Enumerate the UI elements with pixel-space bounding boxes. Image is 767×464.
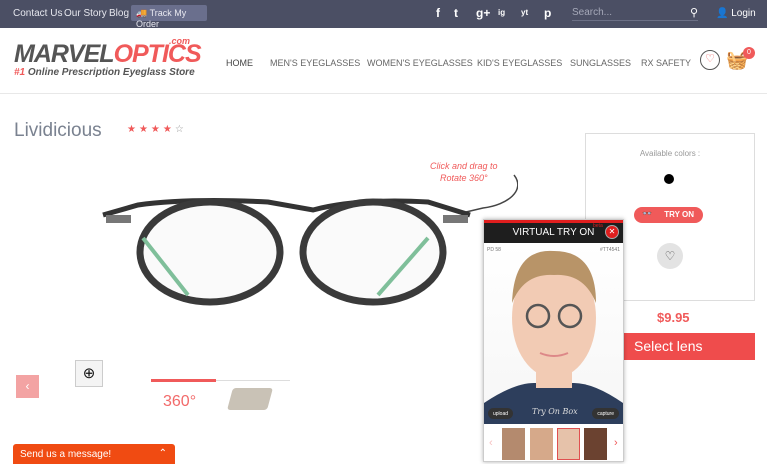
active-thumb-indicator bbox=[151, 379, 216, 382]
facebook-icon[interactable]: f bbox=[436, 6, 440, 20]
logo[interactable]: MARVELOPTICS .com #1 Online Prescription… bbox=[14, 36, 202, 78]
pinterest-icon[interactable]: p bbox=[544, 6, 551, 20]
thumb-case[interactable] bbox=[227, 388, 273, 410]
capture-button[interactable]: capture bbox=[592, 408, 619, 419]
try-on-button[interactable]: 👓 TRY ON bbox=[634, 207, 703, 223]
nav-rx-safety[interactable]: RX SAFETY bbox=[641, 58, 691, 68]
top-bar: Contact Us Our Story Blog 🚚 Track My Ord… bbox=[0, 0, 767, 29]
login-link[interactable]: 👤 Login bbox=[716, 8, 756, 19]
rating-stars[interactable]: ★★★★☆ bbox=[127, 124, 187, 135]
price: $9.95 bbox=[657, 310, 690, 325]
face-illustration bbox=[484, 250, 623, 424]
color-swatch-black[interactable] bbox=[664, 174, 674, 184]
model-thumb-selected[interactable] bbox=[557, 428, 580, 460]
search-icon[interactable]: ⚲ bbox=[690, 6, 698, 19]
model-thumb[interactable] bbox=[584, 428, 607, 460]
our-story-link[interactable]: Our Story bbox=[64, 8, 107, 19]
close-icon[interactable]: ✕ bbox=[605, 225, 619, 239]
site-header: MARVELOPTICS .com #1 Online Prescription… bbox=[0, 28, 767, 94]
drag-arrow-icon bbox=[465, 174, 518, 213]
model-thumb[interactable] bbox=[530, 428, 553, 460]
chevron-up-icon: ⌃ bbox=[158, 448, 167, 459]
nav-home[interactable]: HOME bbox=[226, 58, 253, 68]
wishlist-icon[interactable]: ♡ bbox=[700, 50, 720, 70]
model-thumbnails: ‹ › bbox=[484, 425, 623, 463]
contact-link[interactable]: Contact Us bbox=[13, 8, 62, 19]
prev-image-button[interactable]: ‹ bbox=[16, 375, 39, 398]
nav-womens[interactable]: WOMEN'S EYEGLASSES bbox=[367, 58, 473, 68]
google-plus-icon[interactable]: g+ bbox=[476, 6, 490, 20]
user-icon: 👤 bbox=[716, 8, 729, 19]
glasses-icon: 👓 bbox=[642, 209, 652, 218]
zoom-icon[interactable]: ⊕ bbox=[75, 360, 103, 387]
model-thumb[interactable] bbox=[502, 428, 525, 460]
favorite-button[interactable]: ♡ bbox=[657, 243, 683, 269]
twitter-icon[interactable]: t bbox=[454, 6, 458, 20]
nav-sunglasses[interactable]: SUNGLASSES bbox=[570, 58, 631, 68]
search-input[interactable]: Search... ⚲ bbox=[572, 7, 698, 21]
upload-button[interactable]: upload bbox=[488, 408, 514, 419]
thumbs-prev-icon[interactable]: ‹ bbox=[489, 437, 493, 449]
youtube-icon[interactable]: yt bbox=[521, 8, 528, 17]
send-message-bar[interactable]: Send us a message! ⌃ bbox=[13, 444, 175, 464]
track-order-button[interactable]: 🚚 Track My Order bbox=[131, 5, 207, 29]
try-on-face-image[interactable]: PD 58 #TT4541 Try On Box upload capture bbox=[484, 243, 623, 424]
instagram-icon[interactable]: ig bbox=[498, 8, 505, 17]
cart-count-badge: 0 bbox=[743, 47, 755, 59]
nav-mens[interactable]: MEN'S EYEGLASSES bbox=[270, 58, 360, 68]
thumbs-next-icon[interactable]: › bbox=[614, 437, 618, 449]
select-lens-button[interactable]: Select lens bbox=[623, 333, 755, 360]
virtual-try-on-panel: VIRTUAL TRY ON beta ✕ PD 58 #TT4541 Try … bbox=[483, 219, 624, 462]
nav-kids[interactable]: KID'S EYEGLASSES bbox=[477, 58, 562, 68]
product-image-glasses[interactable] bbox=[98, 170, 518, 320]
truck-icon: 🚚 bbox=[136, 8, 148, 18]
thumb-360[interactable]: 360° bbox=[163, 393, 196, 411]
blog-link[interactable]: Blog bbox=[109, 8, 129, 19]
product-title: Lividicious bbox=[14, 120, 102, 141]
